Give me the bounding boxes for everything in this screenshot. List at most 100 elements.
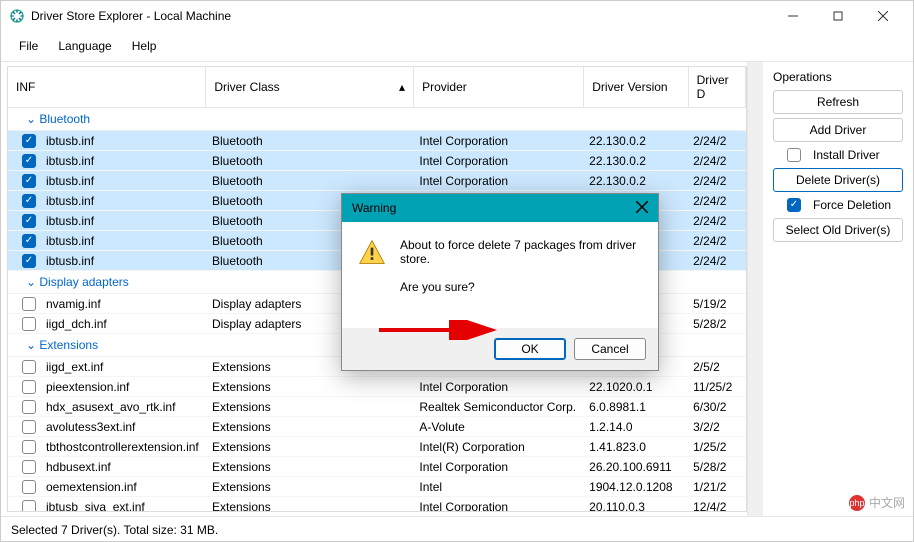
dialog-cancel-button[interactable]: Cancel [574,338,646,360]
add-driver-button[interactable]: Add Driver [773,118,903,142]
cell-provider: Intel Corporation [415,460,585,474]
row-checkbox[interactable] [22,480,36,494]
cell-date: 5/28/2 [689,317,746,331]
cell-class: Extensions [208,380,415,394]
row-checkbox[interactable] [22,380,36,394]
table-row[interactable]: tbthostcontrollerextension.infExtensions… [8,437,746,457]
dialog-text: About to force delete 7 packages from dr… [400,238,642,308]
cell-date: 2/24/2 [689,174,746,188]
cell-provider: Intel Corporation [415,174,585,188]
cell-version: 20.110.0.3 [585,500,689,512]
col-class-label: Driver Class [214,80,279,94]
row-checkbox[interactable] [22,297,36,311]
cell-class: Extensions [208,440,415,454]
menu-file[interactable]: File [11,35,46,57]
window-controls [770,2,905,30]
cell-class: Extensions [208,480,415,494]
vertical-scrollbar[interactable] [747,62,763,516]
cell-inf: ibtusb.inf [42,254,208,268]
col-inf[interactable]: INF [8,67,206,107]
dialog-actions: OK Cancel [342,328,658,370]
dialog-close-icon[interactable] [636,201,648,216]
cell-inf: ibtusb.inf [42,174,208,188]
dialog-ok-button[interactable]: OK [494,338,566,360]
row-checkbox[interactable] [22,254,36,268]
row-checkbox[interactable] [22,234,36,248]
menu-language[interactable]: Language [50,35,119,57]
cell-date: 3/2/2 [689,420,746,434]
cell-version: 1904.12.0.1208 [585,480,689,494]
watermark: php 中文网 [849,494,905,511]
row-checkbox[interactable] [22,154,36,168]
row-checkbox[interactable] [22,440,36,454]
row-checkbox[interactable] [22,460,36,474]
cell-inf: iigd_ext.inf [42,360,208,374]
row-checkbox[interactable] [22,214,36,228]
cell-class: Bluetooth [208,174,415,188]
force-deletion-label: Force Deletion [813,198,891,212]
install-driver-checkbox[interactable] [787,148,801,162]
cell-inf: iigd_dch.inf [42,317,208,331]
cell-class: Bluetooth [208,134,415,148]
cell-inf: ibtusb.inf [42,234,208,248]
refresh-button[interactable]: Refresh [773,90,903,114]
window-title: Driver Store Explorer - Local Machine [31,9,770,23]
cell-date: 6/30/2 [689,400,746,414]
cell-date: 11/25/2 [689,380,746,394]
table-row[interactable]: pieextension.infExtensionsIntel Corporat… [8,377,746,397]
cell-version: 6.0.8981.1 [585,400,689,414]
row-checkbox[interactable] [22,134,36,148]
dialog-message-2: Are you sure? [400,280,642,294]
cell-class: Extensions [208,460,415,474]
row-checkbox[interactable] [22,360,36,374]
status-bar: Selected 7 Driver(s). Total size: 31 MB. [1,516,913,542]
cell-inf: hdx_asusext_avo_rtk.inf [42,400,208,414]
delete-drivers-button[interactable]: Delete Driver(s) [773,168,903,192]
cell-date: 2/24/2 [689,214,746,228]
cell-date: 2/24/2 [689,134,746,148]
row-checkbox[interactable] [22,174,36,188]
cell-date: 2/24/2 [689,194,746,208]
cell-class: Bluetooth [208,154,415,168]
col-provider[interactable]: Provider [414,67,584,107]
table-row[interactable]: ibtusb.infBluetoothIntel Corporation22.1… [8,171,746,191]
group-row[interactable]: ⌄ Bluetooth [8,108,746,131]
col-date[interactable]: Driver D [689,67,746,107]
minimize-button[interactable] [770,2,815,30]
row-checkbox[interactable] [22,317,36,331]
force-deletion-checkbox[interactable] [787,198,801,212]
table-row[interactable]: ibtusb.infBluetoothIntel Corporation22.1… [8,151,746,171]
table-row[interactable]: avolutess3ext.infExtensionsA-Volute1.2.1… [8,417,746,437]
row-checkbox[interactable] [22,400,36,414]
grid-header: INF Driver Class ▴ Provider Driver Versio… [8,67,746,108]
cell-inf: ibtusb.inf [42,214,208,228]
cell-date: 2/24/2 [689,234,746,248]
cell-version: 26.20.100.6911 [585,460,689,474]
col-driver-class[interactable]: Driver Class ▴ [206,67,414,107]
dialog-message-1: About to force delete 7 packages from dr… [400,238,642,266]
cell-version: 1.2.14.0 [585,420,689,434]
table-row[interactable]: hdbusext.infExtensionsIntel Corporation2… [8,457,746,477]
table-row[interactable]: ibtusb_siva_ext.infExtensionsIntel Corpo… [8,497,746,511]
select-old-drivers-button[interactable]: Select Old Driver(s) [773,218,903,242]
cell-class: Extensions [208,400,415,414]
cell-inf: ibtusb_siva_ext.inf [42,500,208,512]
cell-provider: Intel Corporation [415,154,585,168]
warning-dialog: Warning About to force delete 7 packages… [341,193,659,371]
close-button[interactable] [860,2,905,30]
row-checkbox[interactable] [22,194,36,208]
col-version[interactable]: Driver Version [584,67,688,107]
warning-icon [358,238,386,266]
row-checkbox[interactable] [22,420,36,434]
table-row[interactable]: hdx_asusext_avo_rtk.infExtensionsRealtek… [8,397,746,417]
table-row[interactable]: oemextension.infExtensionsIntel1904.12.0… [8,477,746,497]
row-checkbox[interactable] [22,500,36,512]
table-row[interactable]: ibtusb.infBluetoothIntel Corporation22.1… [8,131,746,151]
cell-date: 1/25/2 [689,440,746,454]
cell-provider: A-Volute [415,420,585,434]
menu-help[interactable]: Help [124,35,165,57]
dialog-titlebar[interactable]: Warning [342,194,658,222]
cell-date: 2/24/2 [689,154,746,168]
sort-asc-icon: ▴ [399,80,405,94]
maximize-button[interactable] [815,2,860,30]
